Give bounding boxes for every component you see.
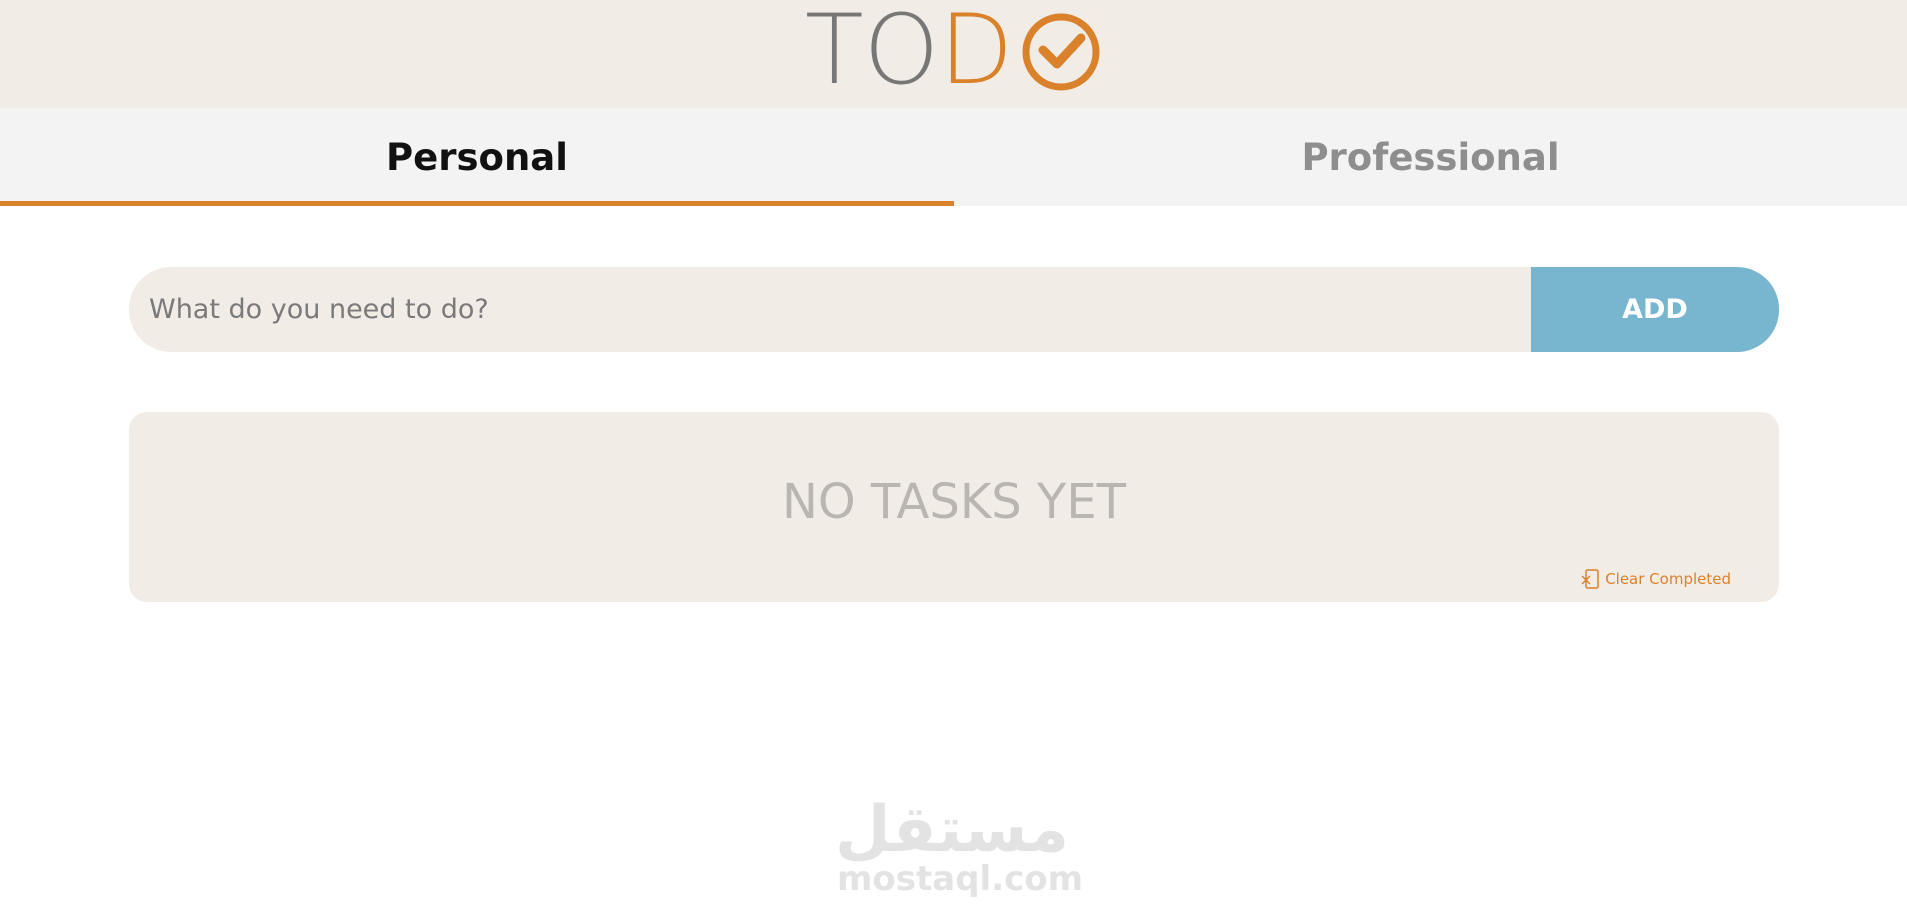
clear-completed-button[interactable]: Clear Completed <box>1581 568 1731 590</box>
watermark-latin-text: mostaql.com <box>837 859 1084 899</box>
clear-completed-label: Clear Completed <box>1605 570 1731 588</box>
tab-professional[interactable]: Professional <box>954 108 1907 206</box>
check-circle-icon <box>1022 13 1100 91</box>
empty-state-message: NO TASKS YET <box>781 474 1126 530</box>
logo-letter-o: O <box>863 0 940 106</box>
list-tabs: Personal Professional <box>0 108 1907 206</box>
add-button[interactable]: ADD <box>1531 267 1779 352</box>
add-task-form: ADD <box>129 267 1779 352</box>
logo-text: TOD <box>805 2 1013 98</box>
clear-list-icon <box>1581 569 1599 589</box>
watermark: مستقل mostaql.com <box>834 793 1084 905</box>
task-input[interactable] <box>129 267 1531 352</box>
logo-letter-t: T <box>805 0 864 106</box>
app-header: TOD <box>0 0 1907 108</box>
task-list-panel: NO TASKS YET Clear Completed <box>129 412 1779 602</box>
tab-personal[interactable]: Personal <box>0 108 954 206</box>
watermark-arabic-text: مستقل <box>834 793 1069 867</box>
todo-logo: TOD <box>805 2 1101 98</box>
logo-letter-d: D <box>939 0 1014 106</box>
